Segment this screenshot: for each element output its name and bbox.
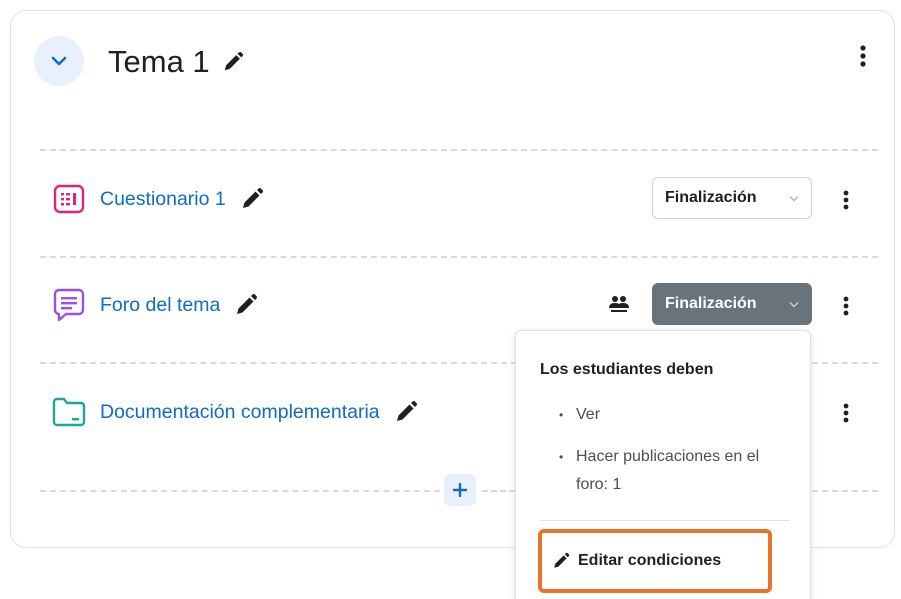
activity-row-quiz: Cuestionario 1	[52, 177, 264, 221]
section-title[interactable]: Tema 1	[108, 44, 210, 80]
edit-section-title-pencil-icon[interactable]	[222, 51, 244, 73]
chevron-down-icon	[789, 195, 799, 201]
folder-icon	[52, 395, 86, 429]
activity-link-forum[interactable]: Foro del tema	[100, 294, 220, 317]
activity-link-quiz[interactable]: Cuestionario 1	[100, 188, 226, 211]
completion-conditions-popover: Los estudiantes deben Ver Hacer publicac…	[515, 330, 811, 599]
condition-item: Hacer publicaciones en el foro: 1	[540, 443, 790, 499]
collapse-section-button[interactable]	[34, 36, 84, 86]
pencil-icon	[554, 552, 570, 568]
activity-divider	[482, 490, 515, 492]
section-menu-kebab-icon[interactable]	[857, 42, 869, 70]
edit-activity-pencil-icon[interactable]	[394, 400, 418, 424]
add-activity-button[interactable]	[444, 474, 476, 506]
completion-label: Finalización	[665, 295, 757, 312]
edit-activity-pencil-icon[interactable]	[234, 293, 258, 317]
groups-icon[interactable]	[608, 293, 630, 315]
section-header: Tema 1	[108, 40, 244, 84]
edit-conditions-link[interactable]: Editar condiciones	[538, 529, 772, 593]
edit-conditions-label: Editar condiciones	[578, 552, 722, 569]
activity-menu-kebab-icon[interactable]	[840, 292, 852, 320]
completion-label: Finalización	[665, 189, 757, 206]
activity-divider	[40, 256, 878, 258]
activity-divider	[40, 490, 440, 492]
forum-icon	[52, 288, 86, 322]
plus-icon	[453, 483, 467, 497]
activity-link-folder[interactable]: Documentación complementaria	[100, 401, 380, 424]
activity-row-folder: Documentación complementaria	[52, 390, 418, 434]
activity-row-forum: Foro del tema	[52, 283, 258, 327]
quiz-icon	[52, 182, 86, 216]
condition-item: Ver	[540, 401, 790, 429]
popover-title: Los estudiantes deben	[540, 361, 714, 378]
popover-divider	[540, 520, 790, 521]
edit-activity-pencil-icon[interactable]	[240, 187, 264, 211]
chevron-down-icon	[51, 56, 67, 66]
activity-divider	[40, 149, 878, 151]
completion-dropdown-button[interactable]: Finalización	[652, 177, 812, 219]
activity-menu-kebab-icon[interactable]	[840, 399, 852, 427]
activity-menu-kebab-icon[interactable]	[840, 186, 852, 214]
completion-dropdown-button-open[interactable]: Finalización	[652, 283, 812, 325]
chevron-down-icon	[789, 301, 799, 307]
conditions-list: Ver Hacer publicaciones en el foro: 1	[540, 401, 790, 513]
activity-divider	[812, 490, 878, 492]
